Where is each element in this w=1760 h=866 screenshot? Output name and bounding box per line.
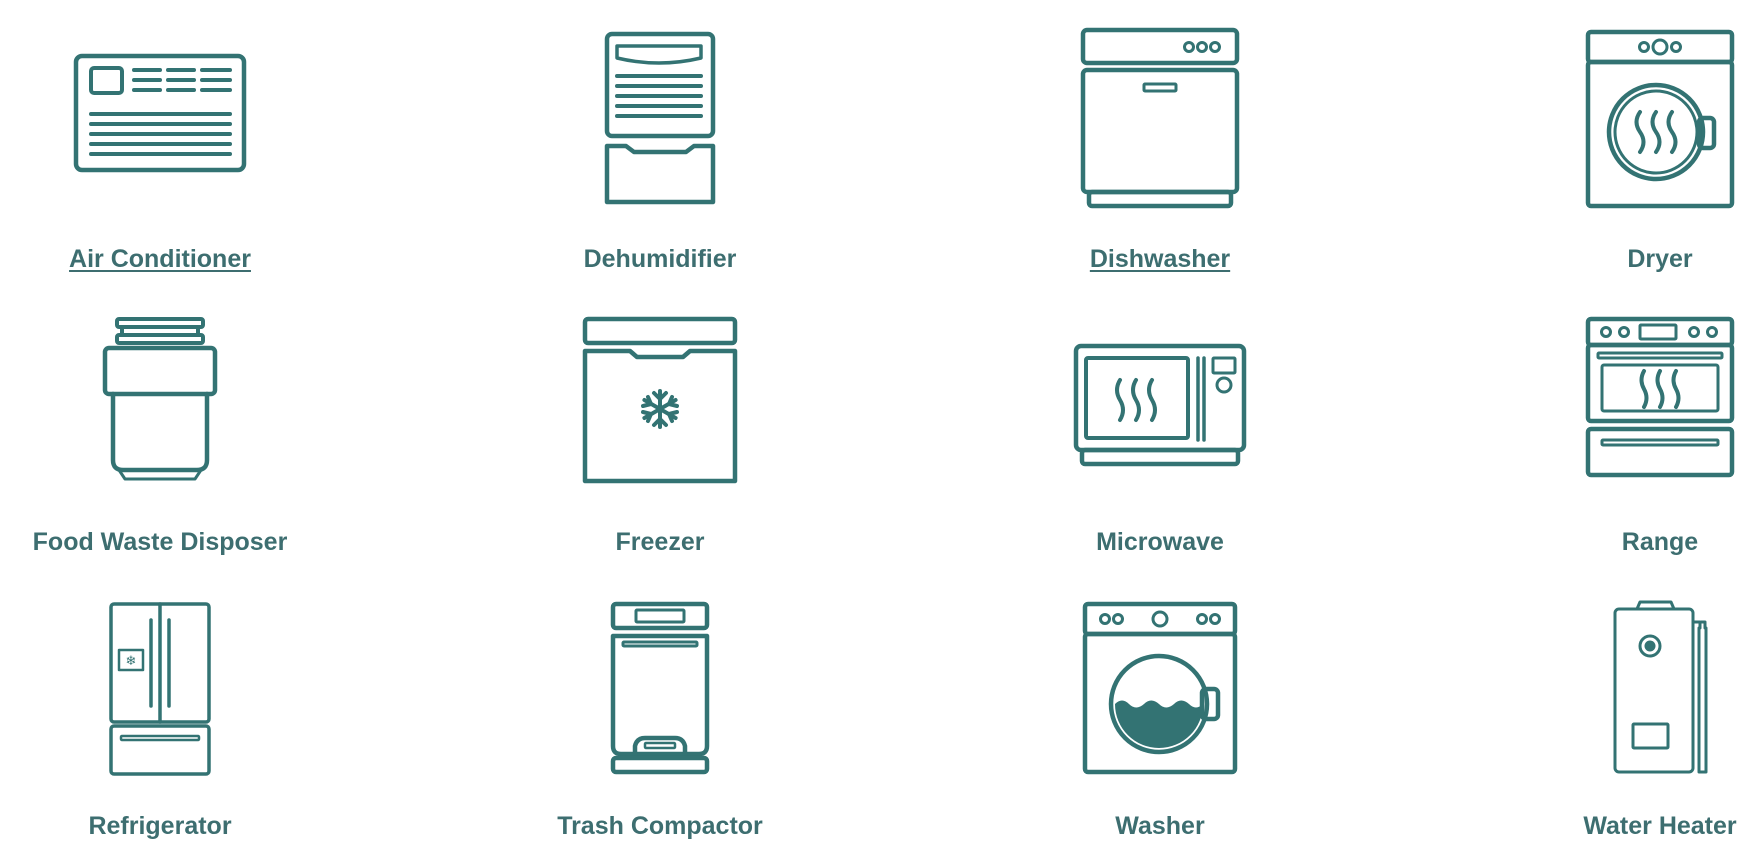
freezer-icon <box>582 316 738 484</box>
range-icon <box>1585 316 1735 478</box>
appliance-tile-water-heater[interactable]: Water Heater <box>1500 570 1760 860</box>
appliance-tile-dishwasher[interactable]: Dishwasher <box>1000 0 1320 280</box>
refrigerator-icon: ❄ <box>109 602 211 776</box>
appliance-tile-freezer[interactable]: Freezer <box>500 285 820 565</box>
appliance-label: Washer <box>1115 812 1205 840</box>
appliance-tile-range[interactable]: Range <box>1500 285 1760 565</box>
appliance-label: Freezer <box>615 528 705 556</box>
washer-icon <box>1082 601 1238 775</box>
appliance-tile-air-conditioner[interactable]: Air Conditioner <box>0 0 320 280</box>
appliance-tile-washer[interactable]: Washer <box>1000 570 1320 860</box>
water-heater-icon <box>1613 600 1708 774</box>
appliance-label: Microwave <box>1096 528 1224 556</box>
appliance-tile-trash-compactor[interactable]: Trash Compactor <box>500 570 820 860</box>
svg-text:❄: ❄ <box>126 654 137 669</box>
dryer-icon <box>1585 29 1735 209</box>
appliance-label[interactable]: Air Conditioner <box>0 245 320 274</box>
appliance-tile-refrigerator[interactable]: ❄ Refrigerator <box>0 570 320 860</box>
appliance-label: Trash Compactor <box>557 812 763 840</box>
appliance-tile-microwave[interactable]: Microwave <box>1000 285 1320 565</box>
appliance-label: Range <box>1621 528 1699 556</box>
food-waste-disposer-icon <box>102 317 218 481</box>
appliance-tile-dehumidifier[interactable]: Dehumidifier <box>500 0 820 280</box>
appliance-label: Water Heater <box>1583 812 1737 840</box>
air-conditioner-icon <box>73 53 247 173</box>
dehumidifier-icon <box>604 31 716 205</box>
dishwasher-icon <box>1080 27 1240 209</box>
appliance-label[interactable]: Dishwasher <box>1000 245 1320 274</box>
appliance-tile-food-waste-disposer[interactable]: Food Waste Disposer <box>0 285 320 565</box>
appliance-label: Dehumidifier <box>583 245 737 273</box>
appliance-label: Food Waste Disposer <box>32 528 288 556</box>
trash-compactor-icon <box>610 601 710 775</box>
microwave-icon <box>1073 343 1247 467</box>
appliance-label: Refrigerator <box>88 812 232 840</box>
appliance-tile-dryer[interactable]: Dryer <box>1500 0 1760 280</box>
appliance-label: Dryer <box>1627 245 1693 273</box>
